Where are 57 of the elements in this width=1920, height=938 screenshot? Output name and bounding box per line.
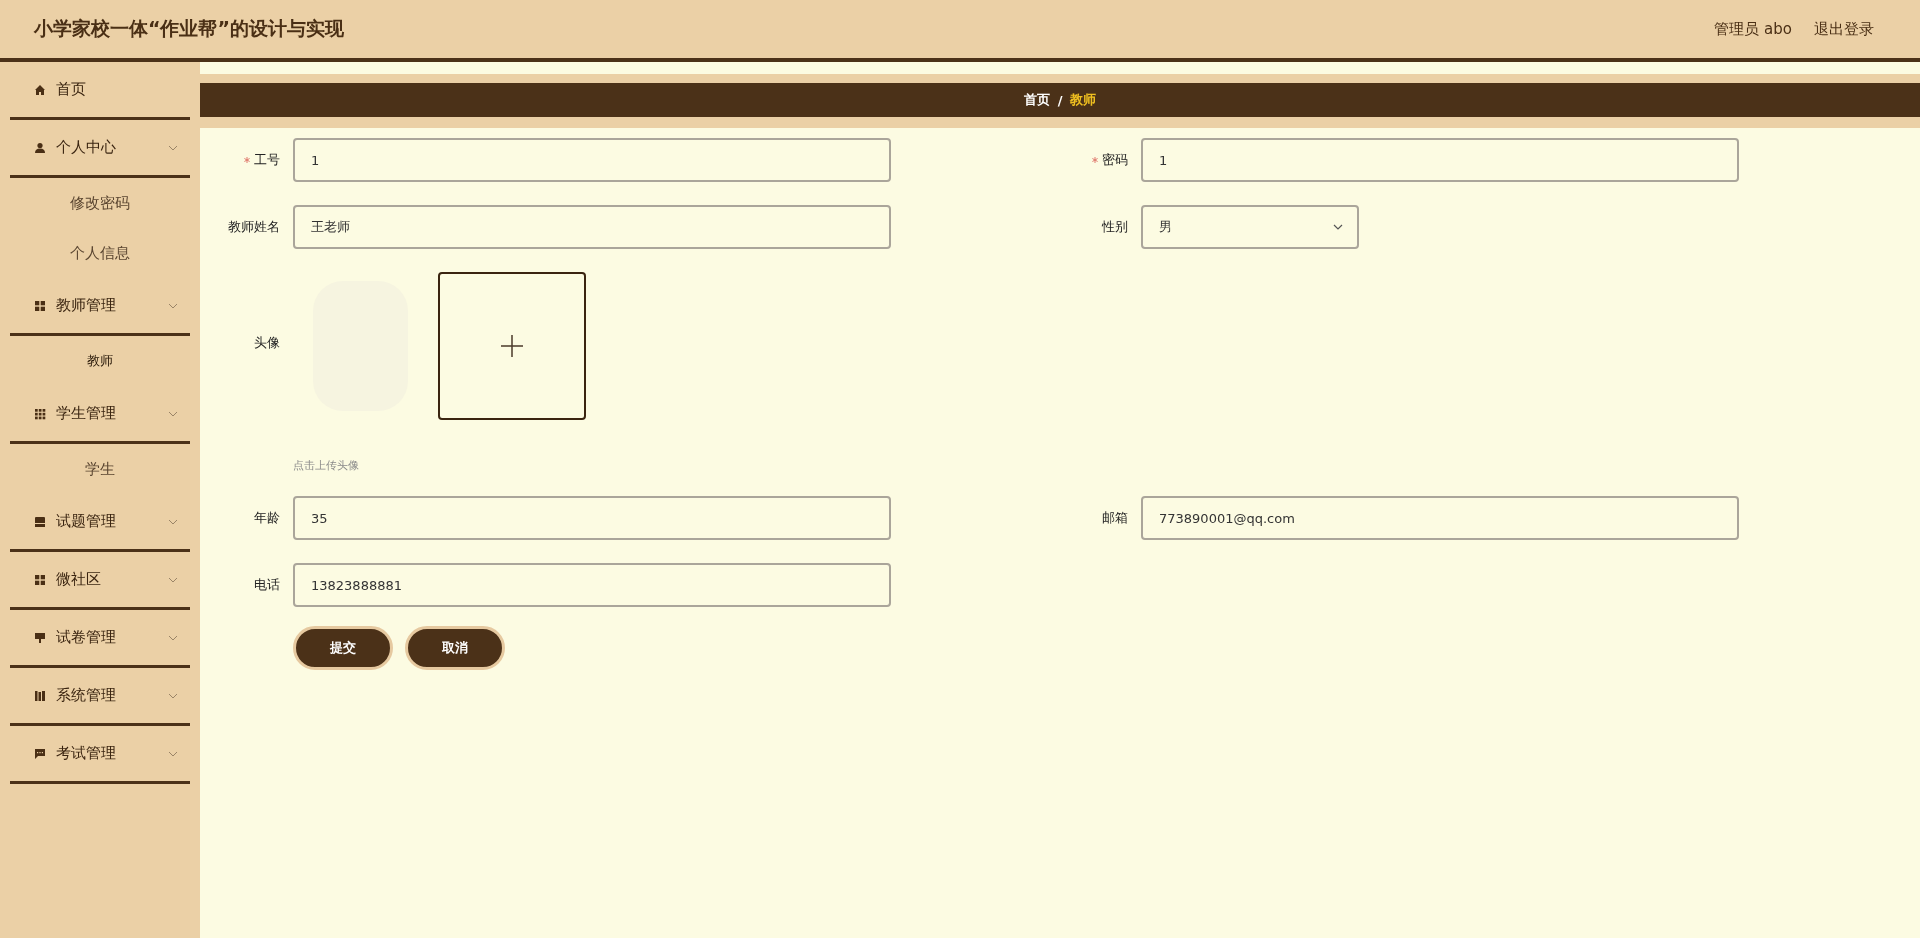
menu-item[interactable]: 微社区 bbox=[10, 552, 190, 610]
chevron-icon bbox=[168, 518, 178, 525]
chevron-icon bbox=[168, 576, 178, 583]
chevron-icon bbox=[168, 144, 178, 151]
grid-icon bbox=[34, 407, 46, 420]
breadcrumb-item[interactable]: 首页 bbox=[1023, 91, 1050, 109]
menu-item[interactable]: 个人中心 bbox=[10, 120, 190, 178]
chevron-icon bbox=[168, 692, 178, 699]
input-field[interactable]: 35 bbox=[293, 496, 891, 540]
field-label: 电话 bbox=[254, 576, 280, 594]
input-field[interactable]: 王老师 bbox=[293, 205, 891, 249]
chevron-icon bbox=[168, 302, 178, 309]
form-button[interactable]: 提交 bbox=[293, 626, 393, 670]
chevron-icon bbox=[168, 410, 178, 417]
field-label: 邮箱 bbox=[1102, 509, 1128, 527]
input-field[interactable]: 13823888881 bbox=[293, 563, 891, 607]
grid-icon bbox=[34, 299, 46, 312]
submenu-item[interactable]: 修改密码 bbox=[0, 178, 200, 228]
field-label: 工号 bbox=[254, 151, 280, 169]
chevron-icon bbox=[168, 634, 178, 641]
submenu-item[interactable]: 教师 bbox=[0, 336, 200, 386]
submenu-item[interactable]: 个人信息 bbox=[0, 228, 200, 278]
grid-icon bbox=[34, 573, 46, 586]
menu-item[interactable]: 学生管理 bbox=[10, 386, 190, 444]
select-field[interactable]: 男 bbox=[1141, 205, 1359, 249]
menu-item[interactable]: 首页 bbox=[10, 62, 190, 120]
chevron-icon bbox=[1333, 224, 1343, 230]
chevron-icon bbox=[168, 750, 178, 757]
input-field[interactable]: 1 bbox=[1141, 138, 1739, 182]
field-label: 性别 bbox=[1102, 218, 1128, 236]
upload-hint: 点击上传头像 bbox=[293, 458, 360, 473]
books-icon bbox=[34, 689, 46, 702]
menu-item[interactable]: 教师管理 bbox=[10, 278, 190, 336]
home-icon bbox=[34, 83, 46, 96]
menu-item[interactable]: 系统管理 bbox=[10, 668, 190, 726]
field-label: 年龄 bbox=[254, 509, 280, 527]
menu-item[interactable]: 试卷管理 bbox=[10, 610, 190, 668]
chat-icon bbox=[34, 747, 46, 760]
menu-item[interactable]: 考试管理 bbox=[10, 726, 190, 784]
plus-icon bbox=[500, 334, 524, 358]
input-field[interactable]: 773890001@qq.com bbox=[1141, 496, 1739, 540]
user-name: 管理员 abo bbox=[1714, 19, 1792, 39]
field-label: 头像 bbox=[254, 334, 280, 352]
field-label: 密码 bbox=[1102, 151, 1128, 169]
breadcrumb-item: / bbox=[1057, 92, 1063, 108]
logout-link[interactable]: 退出登录 bbox=[1814, 19, 1874, 39]
breadcrumb-item[interactable]: 教师 bbox=[1070, 91, 1097, 109]
submenu-item[interactable]: 学生 bbox=[0, 444, 200, 494]
app-title: 小学家校一体“作业帮”的设计与实现 bbox=[34, 16, 344, 41]
form-button[interactable]: 取消 bbox=[405, 626, 505, 670]
tray-icon bbox=[34, 515, 46, 528]
field-label: 教师姓名 bbox=[228, 218, 280, 236]
sign-icon bbox=[34, 631, 46, 644]
input-field[interactable]: 1 bbox=[293, 138, 891, 182]
menu-item[interactable]: 试题管理 bbox=[10, 494, 190, 552]
user-icon bbox=[34, 141, 46, 154]
upload-box[interactable] bbox=[438, 272, 586, 420]
